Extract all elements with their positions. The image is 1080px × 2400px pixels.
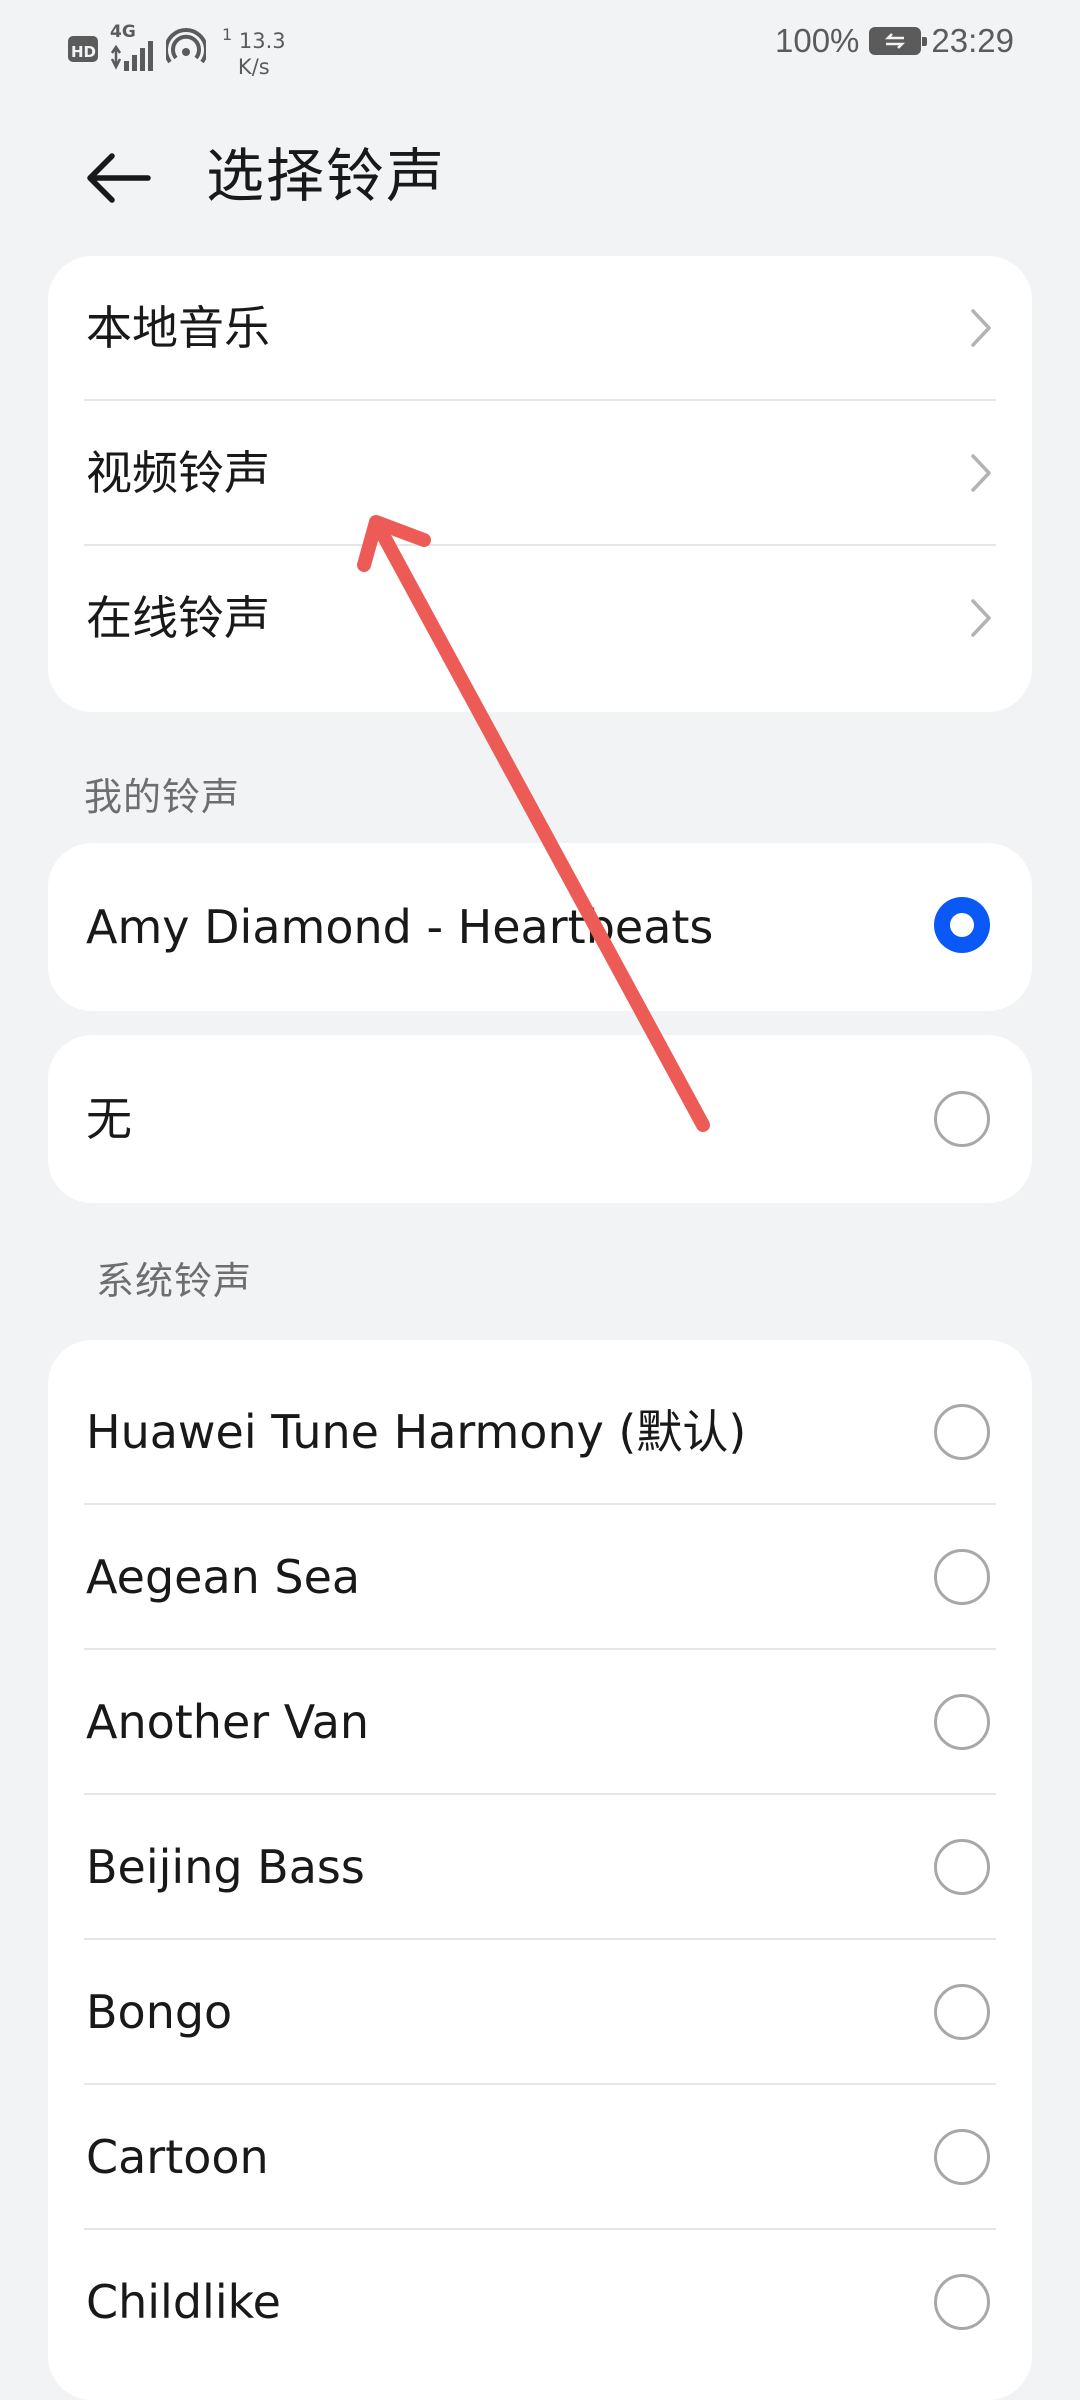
source-item-label: 在线铃声 <box>86 591 270 645</box>
source-item-label: 视频铃声 <box>86 446 270 500</box>
status-right: 100% 23:29 <box>775 22 1014 60</box>
battery-charging-icon <box>869 27 928 55</box>
ringtone-label: Amy Diamond - Heartbeats <box>86 900 714 954</box>
back-arrow-icon <box>87 153 151 203</box>
ringtone-label: Aegean Sea <box>86 1550 361 1604</box>
radio-unchecked[interactable] <box>934 2274 990 2330</box>
section-label-system-ringtones: 系统铃声 <box>96 1259 253 1303</box>
ringtone-item[interactable]: Huawei Tune Harmony (默认) <box>48 1360 1032 1505</box>
ringtone-item[interactable]: Beijing Bass <box>48 1795 1032 1940</box>
status-bar: HD 4G 1 13.3 K/s 100% 23:29 <box>0 0 1080 92</box>
radio-checked[interactable] <box>934 897 990 953</box>
radio-unchecked[interactable] <box>934 1694 990 1750</box>
radio-unchecked[interactable] <box>934 1984 990 2040</box>
ringtone-item[interactable]: Cartoon <box>48 2085 1032 2230</box>
ringtone-label: Cartoon <box>86 2130 269 2184</box>
source-item-label: 本地音乐 <box>86 301 270 355</box>
source-item-local-music[interactable]: 本地音乐 <box>48 256 1032 401</box>
ringtone-label: Bongo <box>86 1985 233 2039</box>
battery-percent: 100% <box>775 22 860 59</box>
ringtone-item-selected[interactable]: Amy Diamond - Heartbeats <box>48 843 1032 1011</box>
radio-unchecked[interactable] <box>934 2129 990 2185</box>
chevron-right-icon <box>971 599 991 637</box>
radio-unchecked[interactable] <box>934 1091 990 1147</box>
radio-unchecked[interactable] <box>934 1839 990 1895</box>
ringtone-item-none[interactable]: 无 <box>48 1035 1032 1203</box>
ringtone-item[interactable]: Another Van <box>48 1650 1032 1795</box>
signal-icon: 4G <box>110 22 154 73</box>
radio-unchecked[interactable] <box>934 1404 990 1460</box>
source-item-video-ringtone[interactable]: 视频铃声 <box>48 401 1032 546</box>
hd-icon: HD <box>68 36 98 62</box>
status-left: HD 4G 1 13.3 K/s <box>68 22 286 80</box>
ringtone-label: Huawei Tune Harmony (默认) <box>86 1405 747 1459</box>
ringtone-item[interactable]: Bongo <box>48 1940 1032 2085</box>
ringtone-label: Another Van <box>86 1695 370 1749</box>
source-item-online-ringtone[interactable]: 在线铃声 <box>48 546 1032 712</box>
ringtone-item[interactable]: Aegean Sea <box>48 1505 1032 1650</box>
radio-unchecked[interactable] <box>934 1549 990 1605</box>
system-ringtones-card: Huawei Tune Harmony (默认) Aegean Sea Anot… <box>48 1340 1032 2400</box>
page-title: 选择铃声 <box>206 142 447 210</box>
app-header: 选择铃声 <box>0 120 1080 230</box>
chevron-right-icon <box>971 309 991 347</box>
ringtone-item[interactable]: Childlike <box>48 2230 1032 2375</box>
ringtone-label: Childlike <box>86 2275 281 2329</box>
network-speed: 1 13.3 K/s <box>222 25 286 79</box>
section-label-my-ringtones: 我的铃声 <box>84 775 241 819</box>
ringtone-label: 无 <box>86 1092 132 1146</box>
hotspot-icon <box>164 28 208 72</box>
sources-card: 本地音乐 视频铃声 在线铃声 <box>48 256 1032 712</box>
network-type: 4G <box>110 22 136 42</box>
none-ringtone-card: 无 <box>48 1035 1032 1203</box>
back-button[interactable] <box>78 138 158 218</box>
chevron-right-icon <box>971 454 991 492</box>
ringtone-label: Beijing Bass <box>86 1840 365 1894</box>
clock: 23:29 <box>931 22 1014 59</box>
my-ringtone-card: Amy Diamond - Heartbeats <box>48 843 1032 1011</box>
